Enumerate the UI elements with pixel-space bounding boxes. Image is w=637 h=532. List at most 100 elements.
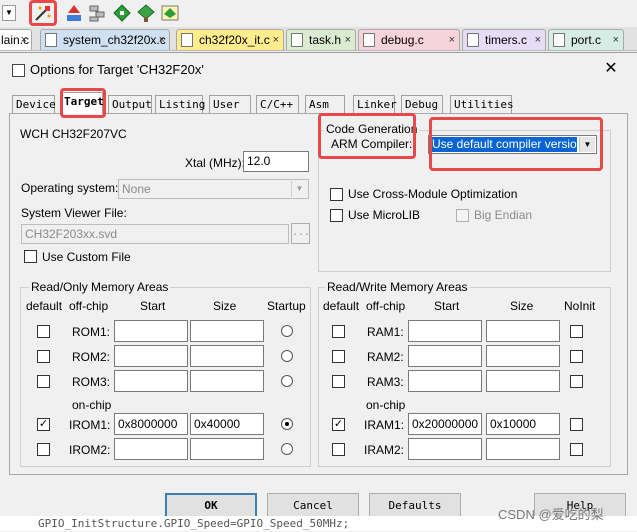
tab-asm[interactable]: Asm [305, 95, 345, 113]
tab-debug[interactable]: Debug [401, 95, 443, 113]
ram-noinit-checkbox[interactable] [570, 350, 583, 363]
svf-browse-button[interactable]: ... [291, 223, 310, 244]
ram-size-input[interactable] [486, 345, 560, 367]
xtal-input[interactable]: 12.0 [243, 151, 309, 172]
rom-startup-radio[interactable] [281, 443, 293, 455]
ram-noinit-checkbox[interactable] [570, 325, 583, 338]
close-icon[interactable]: × [345, 30, 351, 50]
tab-cc[interactable]: C/C++ [256, 95, 299, 113]
rom-default-checkbox[interactable]: ✓ [37, 418, 50, 431]
rom-row-name: ROM1: [72, 325, 111, 339]
svf-input[interactable]: CH32F203xx.svd [21, 224, 289, 244]
rom-size-input[interactable] [190, 320, 264, 342]
tab-output[interactable]: Output [108, 95, 152, 113]
rom-default-checkbox[interactable] [37, 375, 50, 388]
ram-header-start: Start [434, 299, 460, 313]
os-label: Operating system: [21, 181, 119, 195]
ram-header-offchip: off-chip [366, 299, 406, 313]
ram-row-name: RAM3: [367, 375, 404, 389]
ram-noinit-checkbox[interactable] [570, 443, 583, 456]
green-diamond-icon[interactable] [112, 3, 132, 23]
load-icon[interactable] [64, 3, 84, 23]
close-icon[interactable]: × [449, 30, 455, 50]
tab-device[interactable]: Device [12, 95, 56, 113]
close-icon[interactable]: × [159, 30, 165, 50]
tab-listing[interactable]: Listing [155, 95, 205, 113]
dropdown-arrow-icon[interactable]: ▼ [2, 5, 16, 21]
close-icon[interactable]: × [535, 30, 541, 50]
file-tab-label: ch32f20x_it.c [199, 33, 270, 47]
big-endian-label: Big Endian [474, 208, 533, 222]
device-name: WCH CH32F207VC [20, 127, 127, 141]
rom-group-title: Read/Only Memory Areas [29, 280, 171, 294]
os-select[interactable]: None ▼ [118, 179, 309, 199]
ram-size-input[interactable] [486, 438, 560, 460]
cross-module-checkbox[interactable] [330, 188, 343, 201]
ok-button[interactable]: OK [165, 493, 257, 518]
defaults-button[interactable]: Defaults [369, 493, 461, 518]
multi-project-icon[interactable] [160, 3, 180, 23]
close-icon[interactable]: × [613, 30, 619, 50]
rom-default-checkbox[interactable] [37, 350, 50, 363]
ram-default-checkbox[interactable] [332, 325, 345, 338]
rom-size-input[interactable] [190, 438, 264, 460]
rom-default-checkbox[interactable] [37, 443, 50, 456]
file-tab[interactable]: timers.c × [462, 29, 546, 50]
rom-start-input[interactable]: 0x8000000 [114, 413, 188, 435]
arm-compiler-select[interactable]: Use default compiler version 5 ▼ [428, 135, 597, 154]
rom-start-input[interactable] [114, 438, 188, 460]
ram-start-input[interactable] [408, 438, 482, 460]
ram-start-input[interactable] [408, 345, 482, 367]
rom-startup-radio[interactable] [281, 375, 293, 387]
ram-start-input[interactable] [408, 370, 482, 392]
file-tab-label: task.h [309, 33, 342, 47]
code-generation-title: Code Generation [324, 122, 420, 136]
ram-default-checkbox[interactable]: ✓ [332, 418, 345, 431]
rom-size-input[interactable] [190, 370, 264, 392]
ram-default-checkbox[interactable] [332, 350, 345, 363]
ram-start-input[interactable] [408, 320, 482, 342]
cancel-button[interactable]: Cancel [267, 493, 359, 518]
os-select-value: None [122, 182, 151, 196]
component-icon[interactable] [136, 3, 156, 23]
rom-start-input[interactable] [114, 320, 188, 342]
ram-onchip-label: on-chip [366, 398, 406, 412]
close-icon[interactable]: × [273, 30, 279, 50]
ram-start-input[interactable]: 0x20000000 [408, 413, 482, 435]
manage-packs-icon[interactable] [88, 3, 108, 23]
close-icon[interactable]: ✕ [602, 60, 620, 78]
file-tab[interactable]: debug.c × [358, 29, 460, 50]
rom-size-input[interactable]: 0x40000 [190, 413, 264, 435]
rom-startup-radio[interactable] [281, 350, 293, 362]
ram-noinit-checkbox[interactable] [570, 375, 583, 388]
file-tab[interactable]: task.h × [286, 29, 356, 50]
file-tab-label: timers.c [485, 33, 527, 47]
tab-user[interactable]: User [209, 95, 251, 113]
rom-header-size: Size [213, 299, 237, 313]
tab-linker[interactable]: Linker [353, 95, 397, 113]
rom-start-input[interactable] [114, 370, 188, 392]
ram-size-input[interactable]: 0x10000 [486, 413, 560, 435]
rom-startup-radio[interactable] [281, 418, 293, 430]
file-icon [553, 33, 565, 47]
rom-default-checkbox[interactable] [37, 325, 50, 338]
tab-target[interactable]: Target [60, 92, 104, 114]
file-tab[interactable]: port.c × [548, 29, 624, 50]
magic-wand-icon[interactable] [33, 3, 53, 23]
ram-size-input[interactable] [486, 320, 560, 342]
ram-default-checkbox[interactable] [332, 375, 345, 388]
file-tab[interactable]: ch32f20x_it.c × [176, 29, 284, 50]
ram-noinit-checkbox[interactable] [570, 418, 583, 431]
ram-default-checkbox[interactable] [332, 443, 345, 456]
close-icon[interactable]: × [21, 30, 27, 50]
big-endian-checkbox[interactable] [456, 209, 469, 222]
rom-size-input[interactable] [190, 345, 264, 367]
file-tab[interactable]: lain.c × [0, 29, 32, 50]
tab-utilities[interactable]: Utilities [450, 95, 514, 113]
ram-size-input[interactable] [486, 370, 560, 392]
use-custom-file-checkbox[interactable] [24, 250, 37, 263]
file-tab[interactable]: system_ch32f20x.c × [40, 29, 170, 50]
microlib-checkbox[interactable] [330, 209, 343, 222]
rom-startup-radio[interactable] [281, 325, 293, 337]
rom-start-input[interactable] [114, 345, 188, 367]
